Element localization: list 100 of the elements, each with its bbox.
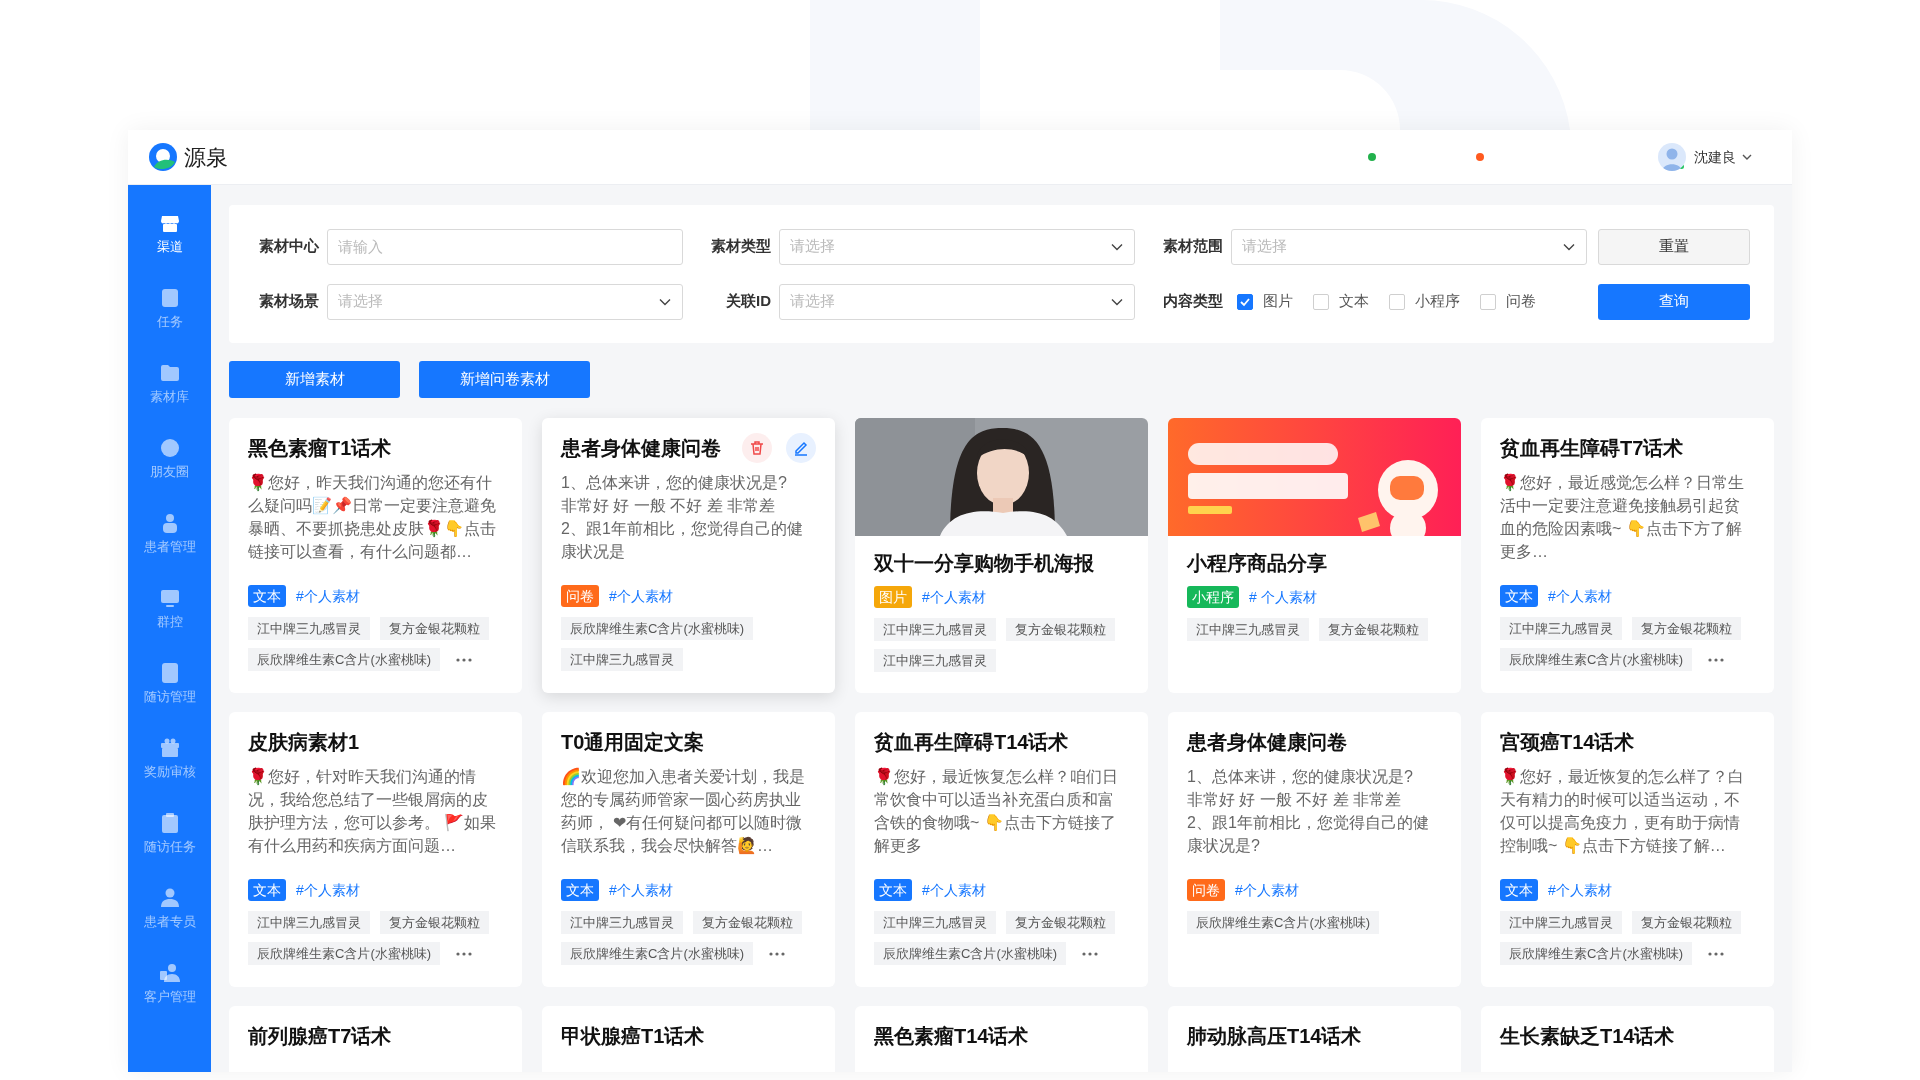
chevron-down-icon[interactable] (1742, 152, 1752, 162)
card-title: 甲状腺癌T1话术 (561, 1024, 706, 1049)
card-text: 🌹您好，最近感觉怎么样？日常生活中一定要注意避免接触易引起贫血的危险因素哦~ 👇点击下方了解更多… (1500, 472, 1745, 562)
checkbox-label[interactable]: 文本 (1339, 290, 1369, 313)
sidebar-item[interactable]: 朋友圈 (128, 420, 211, 495)
sidebar-item[interactable]: 随访任务 (128, 795, 211, 870)
add-button[interactable]: 新增素材 (229, 361, 400, 398)
add-button[interactable]: 新增问卷素材 (419, 361, 590, 398)
more-icon[interactable] (1708, 951, 1725, 956)
more-icon[interactable] (456, 657, 473, 662)
type-tag: 小程序 (1187, 586, 1239, 608)
hashtag-link[interactable]: #个人素材 (296, 879, 360, 901)
hashtag-link[interactable]: #个人素材 (609, 585, 673, 607)
checkbox-label[interactable]: 图片 (1263, 290, 1293, 313)
material-card[interactable]: 肺动脉高压T14话术 (1168, 1006, 1461, 1072)
more-icon[interactable] (1082, 951, 1099, 956)
material-card[interactable]: 患者身体健康问卷 1、总体来讲，您的健康状况是? 非常好 好 一般 不好 差 非常差 2、跟1年前相比，您觉得自己的健康状况是? 问卷 #个人素材 辰欣牌维生素C含片(水蜜桃味) (1168, 712, 1461, 987)
hashtag-link[interactable]: #个人素材 (1235, 879, 1299, 901)
logo-icon (148, 142, 178, 172)
material-card[interactable]: 黑色素瘤T14话术 (855, 1006, 1148, 1072)
product-tag: 复方金银花颗粒 (693, 911, 802, 934)
sidebar-item[interactable]: 群控 (128, 570, 211, 645)
material-card[interactable]: 宫颈癌T14话术 🌹您好，最近恢复的怎么样了？白天有精力的时候可以适当运动，不仅可以提高免疫力，更有助于病情控制哦~ 👇点击下方链接了解… 文本 #个人素材 江中牌三九感冒灵 复方金银花颗粒 辰欣牌维生素C含片(水蜜桃味) (1481, 712, 1774, 987)
product-tag: 辰欣牌维生素C含片(水蜜桃味) (248, 648, 441, 671)
card-title: 患者身体健康问卷 (561, 436, 722, 461)
type-tag: 问卷 (1187, 879, 1225, 901)
material-card[interactable]: 前列腺癌T7话术 (229, 1006, 522, 1072)
card-title: 黑色素瘤T1话术 (248, 436, 393, 461)
gift-icon (158, 737, 181, 759)
card-title: 肺动脉高压T14话术 (1187, 1024, 1363, 1049)
checkbox-label[interactable]: 问卷 (1506, 290, 1536, 313)
product-tag: 江中牌三九感冒灵 (874, 618, 996, 641)
card-text: 🌹您好，最近恢复怎么样？咱们日常饮食中可以适当补充蛋白质和富含铁的食物哦~ 👇点击下方链接了解更多 (874, 766, 1119, 856)
user-name[interactable]: 沈建良 (1694, 146, 1736, 168)
product-tag: 辰欣牌维生素C含片(水蜜桃味) (874, 942, 1067, 965)
product-tag: 复方金银花颗粒 (1632, 617, 1741, 640)
type-tag: 文本 (248, 585, 286, 607)
product-tag: 复方金银花颗粒 (1319, 618, 1428, 641)
sidebar-item[interactable]: 奖励审核 (128, 720, 211, 795)
field-label: 素材范围 (1162, 236, 1223, 257)
search-button[interactable]: 查询 (1598, 283, 1750, 320)
sidebar-item[interactable]: 渠道 (128, 195, 211, 270)
card-text: 🌹您好，针对昨天我们沟通的情况，我给您总结了一些银屑病的皮肤护理方法，您可以参考。 🚩如果有什么用药和疾病方面问题… (248, 766, 498, 856)
material-card[interactable]: 黑色素瘤T1话术 🌹您好，昨天我们沟通的您还有什么疑问吗📝📌日常一定要注意避免暴晒、不要抓挠患处皮肤🌹👇点击链接可以查看，有什么问题都… 文本 #个人素材 江中牌三九感冒灵 复方金银花颗粒 辰欣牌维生素C含片(水蜜桃味) (229, 418, 522, 693)
material-card[interactable]: T0通用固定文案 🌈欢迎您加入患者关爱计划，我是您的专属药师管家一圆心药房执业药师， ❤有任何疑问都可以随时微信联系我，我会尽快解答🙋… 文本 #个人素材 江中牌三九感冒灵 复方金银花颗粒 辰欣牌维生素C含片(水蜜桃味) (542, 712, 835, 987)
hashtag-link[interactable]: #个人素材 (296, 585, 360, 607)
checkbox-label[interactable]: 小程序 (1415, 290, 1460, 313)
edit-icon[interactable] (786, 433, 816, 463)
type-tag: 文本 (874, 879, 912, 901)
product-tag: 江中牌三九感冒灵 (1500, 617, 1622, 640)
more-icon[interactable] (456, 951, 473, 956)
card-title: 皮肤病素材1 (248, 730, 361, 755)
card-text: 1、总体来讲，您的健康状况是? 非常好 好 一般 不好 差 非常差 2、跟1年前相比，您觉得自己的健康状况是 (561, 473, 804, 562)
folder-icon (158, 362, 181, 384)
card-title: 前列腺癌T7话术 (248, 1024, 393, 1049)
reset-button[interactable]: 重置 (1598, 228, 1750, 265)
product-tag: 辰欣牌维生素C含片(水蜜桃味) (561, 942, 754, 965)
product-tag: 复方金银花颗粒 (1006, 911, 1115, 934)
sidebar-item[interactable]: 任务 (128, 270, 211, 345)
input-field[interactable]: 请输入 (327, 228, 683, 265)
hashtag-link[interactable]: #个人素材 (609, 879, 673, 901)
card-title: 贫血再生障碍T14话术 (874, 730, 1070, 755)
field-label: 内容类型 (1162, 291, 1223, 312)
field-label: 素材中心 (258, 236, 319, 257)
checkbox[interactable] (1237, 293, 1253, 310)
material-card[interactable]: 生长素缺乏T14话术 (1481, 1006, 1774, 1072)
card-title: 生长素缺乏T14话术 (1500, 1024, 1676, 1049)
more-icon[interactable] (769, 951, 786, 956)
product-tag: 江中牌三九感冒灵 (1187, 618, 1309, 641)
product-tag: 江中牌三九感冒灵 (874, 649, 996, 672)
material-card[interactable]: 患者身体健康问卷 1、总体来讲，您的健康状况是? 非常好 好 一般 不好 差 非常差 2、跟1年前相比，您觉得自己的健康状况是 问卷 #个人素材 辰欣牌维生素C含片(水蜜桃味) 江中牌三九感冒灵 (542, 418, 835, 693)
hashtag-link[interactable]: #个人素材 (922, 879, 986, 901)
hashtag-link[interactable]: # 个人素材 (1249, 586, 1317, 608)
material-card[interactable]: 双十一分享购物手机海报 图片 #个人素材 江中牌三九感冒灵 复方金银花颗粒 江中牌三九感冒灵 (855, 418, 1148, 693)
sidebar-item[interactable]: 患者专员 (128, 870, 211, 945)
sidebar-item[interactable]: 素材库 (128, 345, 211, 420)
hashtag-link[interactable]: #个人素材 (1548, 585, 1612, 607)
hashtag-link[interactable]: #个人素材 (1548, 879, 1612, 901)
card-title: T0通用固定文案 (561, 730, 706, 755)
sidebar-item[interactable]: 患者管理 (128, 495, 211, 570)
card-title: 贫血再生障碍T7话术 (1500, 436, 1685, 461)
sidebar-item[interactable]: 客户管理 (128, 945, 211, 1020)
material-card[interactable]: 贫血再生障碍T14话术 🌹您好，最近恢复怎么样？咱们日常饮食中可以适当补充蛋白质和富含铁的食物哦~ 👇点击下方链接了解更多 文本 #个人素材 江中牌三九感冒灵 复方金银花颗粒 辰欣牌维生素C含片(水蜜桃味) (855, 712, 1148, 987)
product-tag: 江中牌三九感冒灵 (1500, 911, 1622, 934)
agent-icon (158, 887, 181, 909)
product-tag: 辰欣牌维生素C含片(水蜜桃味) (1187, 911, 1380, 934)
material-card[interactable]: 甲状腺癌T1话术 (542, 1006, 835, 1072)
card-title: 宫颈癌T14话术 (1500, 730, 1636, 755)
more-icon[interactable] (1708, 657, 1725, 662)
delete-icon[interactable] (742, 433, 772, 463)
material-card[interactable]: 小程序商品分享 小程序 # 个人素材 江中牌三九感冒灵 复方金银花颗粒 (1168, 418, 1461, 693)
card-title: 小程序商品分享 (1187, 551, 1328, 576)
product-tag: 辰欣牌维生素C含片(水蜜桃味) (1500, 648, 1693, 671)
type-tag: 文本 (561, 879, 599, 901)
card-title: 双十一分享购物手机海报 (874, 551, 1095, 576)
material-card[interactable]: 皮肤病素材1 🌹您好，针对昨天我们沟通的情况，我给您总结了一些银屑病的皮肤护理方法，您可以参考。 🚩如果有什么用药和疾病方面问题… 文本 #个人素材 江中牌三九感冒灵 复方金银花颗粒 辰欣牌维生素C含片(水蜜桃味) (229, 712, 522, 987)
sidebar-item[interactable]: 随访管理 (128, 645, 211, 720)
hashtag-link[interactable]: #个人素材 (922, 586, 986, 608)
field-label: 关联ID (725, 291, 771, 312)
material-card[interactable]: 贫血再生障碍T7话术 🌹您好，最近感觉怎么样？日常生活中一定要注意避免接触易引起贫血的危险因素哦~ 👇点击下方了解更多… 文本 #个人素材 江中牌三九感冒灵 复方金银花颗粒 辰欣牌维生素C含片(水蜜桃味) (1481, 418, 1774, 693)
